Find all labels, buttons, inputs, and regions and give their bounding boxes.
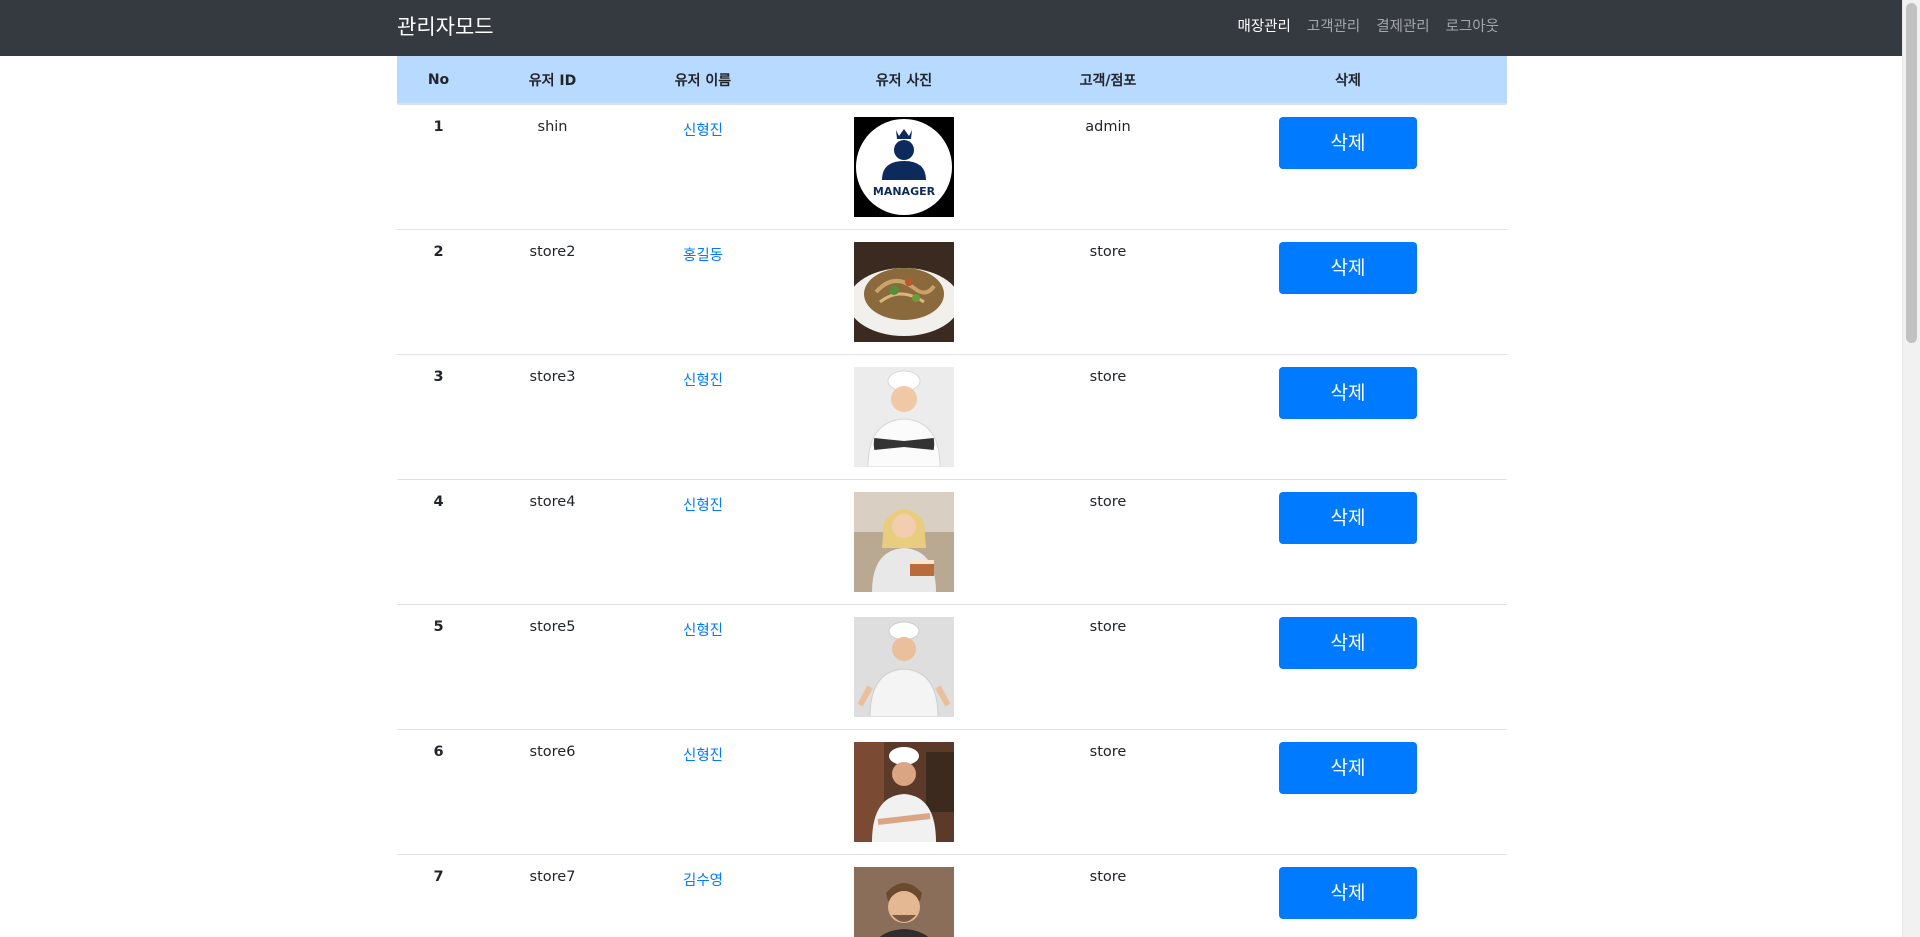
table-row: 3 store3 신형진 store 삭제 bbox=[397, 353, 1507, 479]
header-user-id: 유저 ID bbox=[480, 56, 625, 105]
delete-button[interactable]: 삭제 bbox=[1279, 741, 1417, 794]
user-type-cell: store bbox=[1027, 353, 1189, 479]
table-row: 1 shin 신형진 MANAGER admin 삭제 bbox=[397, 103, 1507, 229]
row-number: 6 bbox=[397, 728, 480, 854]
user-id-cell: store3 bbox=[480, 353, 625, 479]
header-no: No bbox=[397, 56, 480, 105]
chef-man-photo bbox=[854, 616, 954, 717]
delete-button[interactable]: 삭제 bbox=[1279, 117, 1417, 169]
user-id-cell: store7 bbox=[480, 853, 625, 937]
user-id-cell: store6 bbox=[480, 728, 625, 854]
food-plate-photo bbox=[854, 241, 954, 342]
user-type-cell: store bbox=[1027, 228, 1189, 354]
nav-links: 매장관리 고객관리 결제관리 로그아웃 bbox=[1238, 17, 1500, 37]
user-table: No 유저 ID 유저 이름 유저 사진 고객/점포 삭제 1 shin 신형진 bbox=[397, 56, 1507, 937]
smiling-man-photo bbox=[854, 866, 954, 937]
user-name-link[interactable]: 신형진 bbox=[683, 373, 723, 389]
nav-payment-management[interactable]: 결제관리 bbox=[1376, 17, 1429, 37]
table-row: 2 store2 홍길동 store 삭제 bbox=[397, 228, 1507, 354]
user-name-link[interactable]: 신형진 bbox=[683, 123, 723, 139]
nav-store-management[interactable]: 매장관리 bbox=[1238, 17, 1291, 37]
table-header-row: No 유저 ID 유저 이름 유저 사진 고객/점포 삭제 bbox=[397, 56, 1507, 105]
delete-button[interactable]: 삭제 bbox=[1279, 241, 1417, 294]
manager-logo-text: MANAGER bbox=[873, 185, 936, 198]
chef-man-kitchen-photo bbox=[854, 741, 954, 842]
baker-woman-photo bbox=[854, 491, 954, 592]
delete-button[interactable]: 삭제 bbox=[1279, 616, 1417, 669]
row-number: 1 bbox=[397, 103, 480, 229]
user-name-link[interactable]: 신형진 bbox=[683, 498, 723, 514]
header-user-photo: 유저 사진 bbox=[781, 56, 1027, 105]
row-number: 2 bbox=[397, 228, 480, 354]
table-row: 4 store4 신형진 store 삭제 bbox=[397, 478, 1507, 604]
nav-customer-management[interactable]: 고객관리 bbox=[1307, 17, 1360, 37]
manager-logo-icon: MANAGER bbox=[854, 117, 954, 217]
user-type-cell: store bbox=[1027, 603, 1189, 729]
user-name-link[interactable]: 신형진 bbox=[683, 748, 723, 764]
user-type-cell: admin bbox=[1027, 103, 1189, 229]
user-id-cell: store4 bbox=[480, 478, 625, 604]
row-number: 4 bbox=[397, 478, 480, 604]
header-user-name: 유저 이름 bbox=[625, 56, 781, 105]
user-type-cell: store bbox=[1027, 478, 1189, 604]
delete-button[interactable]: 삭제 bbox=[1279, 866, 1417, 919]
user-id-cell: store5 bbox=[480, 603, 625, 729]
row-number: 3 bbox=[397, 353, 480, 479]
user-name-link[interactable]: 홍길동 bbox=[683, 248, 723, 264]
row-number: 5 bbox=[397, 603, 480, 729]
delete-button[interactable]: 삭제 bbox=[1279, 366, 1417, 419]
row-number: 7 bbox=[397, 853, 480, 937]
nav-logout[interactable]: 로그아웃 bbox=[1446, 17, 1499, 37]
page-scrollbar[interactable] bbox=[1902, 0, 1920, 937]
table-row: 6 store6 신형진 store 삭제 bbox=[397, 728, 1507, 854]
user-table-container: No 유저 ID 유저 이름 유저 사진 고객/점포 삭제 1 shin 신형진 bbox=[397, 56, 1507, 937]
chef-woman-photo bbox=[854, 366, 954, 467]
user-id-cell: store2 bbox=[480, 228, 625, 354]
top-navbar: 관리자모드 매장관리 고객관리 결제관리 로그아웃 bbox=[0, 0, 1902, 56]
delete-button[interactable]: 삭제 bbox=[1279, 491, 1417, 544]
header-customer-store: 고객/점포 bbox=[1027, 56, 1189, 105]
header-delete: 삭제 bbox=[1189, 56, 1507, 105]
user-id-cell: shin bbox=[480, 103, 625, 229]
brand-title[interactable]: 관리자모드 bbox=[397, 13, 494, 41]
table-row: 5 store5 신형진 store 삭제 bbox=[397, 603, 1507, 729]
user-type-cell: store bbox=[1027, 853, 1189, 937]
user-name-link[interactable]: 김수영 bbox=[683, 873, 723, 889]
user-type-cell: store bbox=[1027, 728, 1189, 854]
user-name-link[interactable]: 신형진 bbox=[683, 623, 723, 639]
table-row: 7 store7 김수영 store 삭제 bbox=[397, 853, 1507, 937]
scrollbar-thumb[interactable] bbox=[1906, 3, 1917, 343]
